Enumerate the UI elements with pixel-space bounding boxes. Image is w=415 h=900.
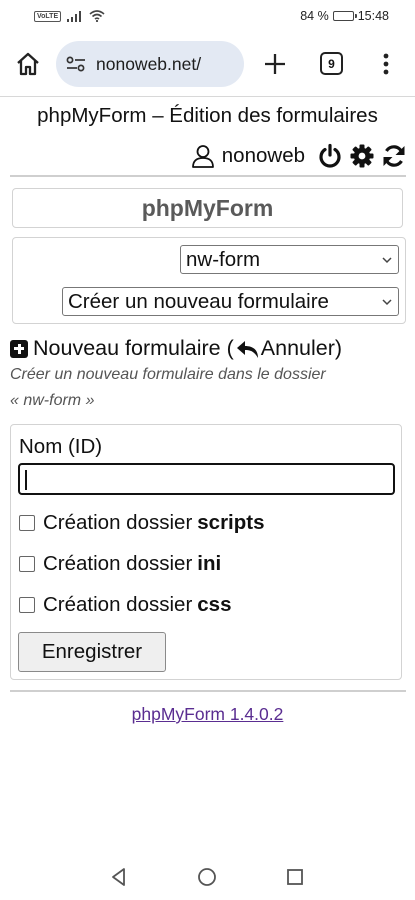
checkbox-prefix: Création dossier [43, 593, 193, 616]
section-hint-line2: « nw-form » [10, 392, 95, 409]
name-label: Nom (ID) [19, 435, 103, 458]
checkbox-name: ini [197, 552, 222, 575]
battery-icon [332, 11, 357, 21]
text-cursor [25, 470, 27, 490]
footer-divider [10, 690, 406, 692]
chevron-down-icon [382, 257, 392, 264]
gear-icon[interactable] [349, 143, 375, 169]
battery-percent: 84 % [300, 9, 329, 23]
checkbox-row-ini[interactable]: Création dossier ini [19, 552, 221, 576]
header-divider [10, 175, 406, 177]
toolbar-divider [0, 96, 415, 97]
system-nav-bar [0, 860, 415, 896]
recents-icon[interactable] [284, 866, 306, 888]
address-bar[interactable]: nonoweb.net/ [56, 41, 244, 87]
checkbox-css[interactable] [19, 597, 35, 613]
browser-toolbar: nonoweb.net/ 9 [0, 38, 415, 90]
menu-icon[interactable] [376, 50, 396, 78]
section-title-close: ) [334, 336, 343, 360]
brand-banner: phpMyForm [12, 188, 403, 228]
home-icon[interactable] [14, 50, 42, 78]
chevron-down-icon [382, 299, 392, 306]
section-hint-line1: Créer un nouveau formulaire dans le doss… [10, 366, 326, 383]
page-title: phpMyForm – Édition des formulaires [37, 104, 378, 127]
status-right: 84 % 15:48 [300, 9, 389, 23]
user-name[interactable]: nonoweb [222, 144, 305, 168]
form-select-value: Créer un nouveau formulaire [68, 289, 329, 313]
section-title: Nouveau formulaire ( [33, 336, 234, 360]
wifi-icon [89, 10, 105, 22]
signal-icon [67, 10, 82, 22]
status-left: VoLTE [34, 10, 105, 22]
name-input[interactable] [18, 463, 395, 495]
undo-icon[interactable] [236, 338, 260, 360]
checkbox-row-css[interactable]: Création dossier css [19, 593, 231, 617]
back-icon[interactable] [108, 866, 130, 888]
checkbox-name: scripts [197, 511, 265, 534]
save-button[interactable]: Enregistrer [18, 632, 166, 672]
tab-switcher-button[interactable]: 9 [320, 52, 343, 75]
checkbox-prefix: Création dossier [43, 552, 193, 575]
volte-badge: VoLTE [34, 10, 62, 22]
url-text: nonoweb.net/ [96, 53, 202, 74]
checkbox-prefix: Création dossier [43, 511, 193, 534]
status-bar: VoLTE 84 % 15:48 [0, 0, 415, 32]
checkbox-scripts[interactable] [19, 515, 35, 531]
form-select[interactable]: Créer un nouveau formulaire [62, 287, 399, 316]
clock: 15:48 [357, 9, 389, 23]
plus-square-icon [10, 339, 28, 358]
site-settings-icon[interactable] [66, 56, 86, 72]
checkbox-row-scripts[interactable]: Création dossier scripts [19, 511, 265, 535]
power-icon[interactable] [317, 143, 343, 169]
user-icon[interactable] [190, 143, 216, 169]
section-heading: Nouveau formulaire ( Annuler ) [10, 336, 342, 361]
folder-select-value: nw-form [186, 247, 261, 271]
new-tab-icon[interactable] [261, 50, 289, 78]
selector-panel: nw-form Créer un nouveau formulaire [12, 237, 406, 324]
new-form-panel: Nom (ID) Création dossier scripts Créati… [10, 424, 402, 680]
home-circle-icon[interactable] [196, 866, 218, 888]
refresh-icon[interactable] [381, 143, 407, 169]
cancel-link[interactable]: Annuler [261, 336, 335, 361]
user-toolbar: nonoweb [190, 141, 407, 171]
folder-select[interactable]: nw-form [180, 245, 399, 274]
checkbox-name: css [197, 593, 232, 616]
checkbox-ini[interactable] [19, 556, 35, 572]
version-link[interactable]: phpMyForm 1.4.0.2 [0, 704, 415, 725]
